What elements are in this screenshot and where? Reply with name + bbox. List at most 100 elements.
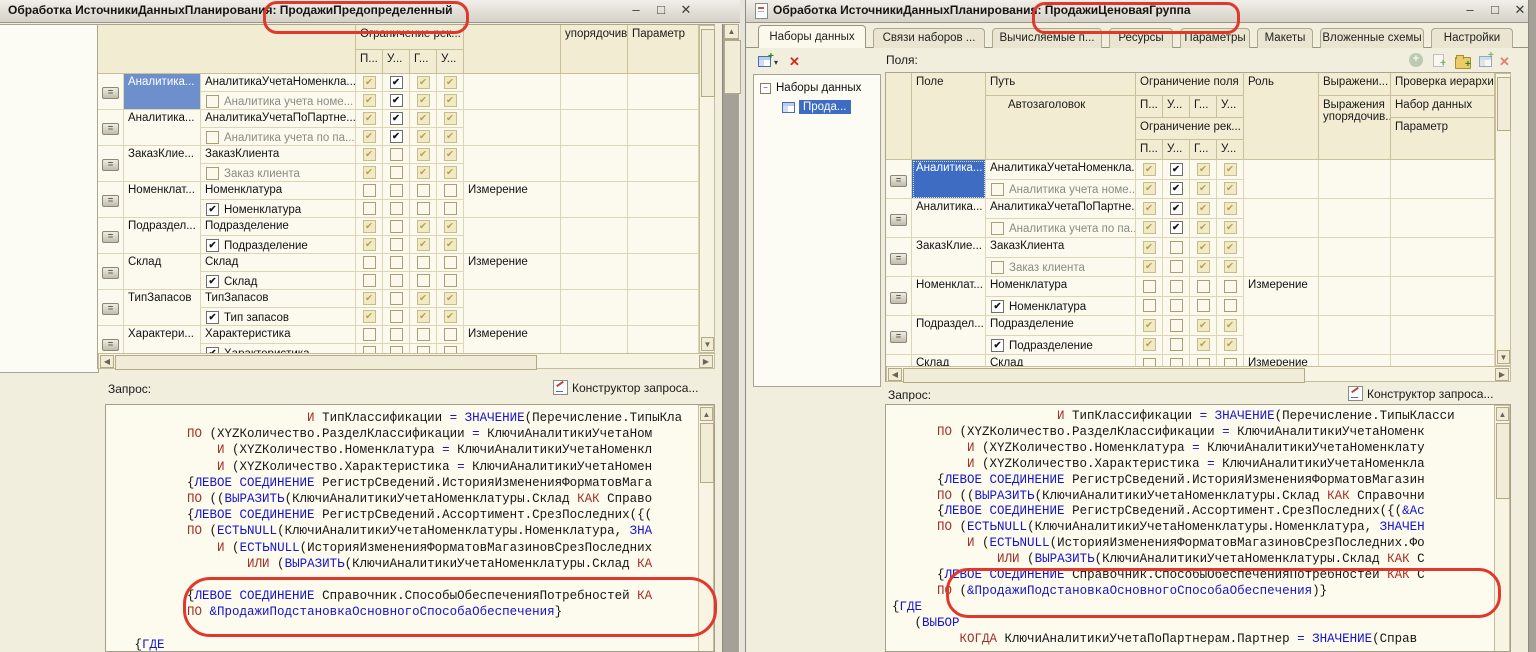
restriction-checkbox[interactable]: ✔ bbox=[410, 92, 437, 110]
field-row[interactable]: =Аналитика...АналитикаУчетаПоПартне...✔✔… bbox=[98, 110, 699, 146]
restriction-checkbox[interactable] bbox=[383, 236, 410, 254]
field-row[interactable]: =Аналитика...АналитикаУчетаНоменкла...✔✔… bbox=[886, 160, 1495, 199]
restriction-checkbox[interactable]: ✔ bbox=[1217, 316, 1244, 336]
field-row[interactable]: =Аналитика...АналитикаУчетаПоПартне...✔✔… bbox=[886, 199, 1495, 238]
role-cell[interactable]: Измерение bbox=[464, 182, 561, 218]
tab-5[interactable]: Параметры bbox=[1180, 28, 1250, 48]
field-row[interactable]: =Подраздел...Подразделение✔✔✔✔Подразделе… bbox=[886, 316, 1495, 355]
extra-cell[interactable] bbox=[1391, 277, 1495, 316]
field-row[interactable]: =ЗаказКлие...ЗаказКлиента✔✔✔Заказ клиент… bbox=[98, 146, 699, 182]
role-cell[interactable] bbox=[1244, 238, 1319, 277]
restriction-checkbox[interactable]: ✔ bbox=[1163, 219, 1190, 239]
auto-title-cell[interactable]: ✔Номенклатура bbox=[986, 297, 1136, 317]
restriction-checkbox[interactable]: ✔ bbox=[356, 290, 383, 308]
auto-title-checkbox[interactable]: ✔ bbox=[206, 239, 219, 252]
restriction-checkbox[interactable] bbox=[437, 326, 464, 344]
field-path-cell[interactable]: АналитикаУчетаПоПартне... bbox=[986, 199, 1136, 219]
right-query-text[interactable]: И ТипКлассификации = ЗНАЧЕНИЕ(Перечислен… bbox=[892, 409, 1455, 648]
restriction-checkbox[interactable] bbox=[437, 200, 464, 218]
extra-cell[interactable] bbox=[1391, 355, 1495, 366]
left-query-vscrollbar[interactable]: ▲ bbox=[698, 405, 714, 652]
field-path-cell[interactable]: АналитикаУчетаНоменкла... bbox=[986, 160, 1136, 180]
restriction-checkbox[interactable] bbox=[1163, 297, 1190, 317]
field-path-cell[interactable]: Номенклатура bbox=[201, 182, 356, 200]
restriction-checkbox[interactable]: ✔ bbox=[1136, 219, 1163, 239]
restriction-checkbox[interactable] bbox=[1163, 238, 1190, 258]
restriction-checkbox[interactable]: ✔ bbox=[356, 146, 383, 164]
restriction-checkbox[interactable]: ✔ bbox=[410, 74, 437, 92]
field-name-cell[interactable]: Аналитика... bbox=[124, 74, 201, 110]
restriction-checkbox[interactable]: ✔ bbox=[383, 74, 410, 92]
row-handle[interactable]: = bbox=[886, 277, 912, 316]
restriction-checkbox[interactable] bbox=[1217, 277, 1244, 297]
restriction-checkbox[interactable] bbox=[383, 290, 410, 308]
role-cell[interactable] bbox=[464, 290, 561, 326]
restriction-checkbox[interactable]: ✔ bbox=[1136, 258, 1163, 278]
restriction-checkbox[interactable]: ✔ bbox=[437, 236, 464, 254]
scroll-right-icon[interactable]: ▶ bbox=[1495, 368, 1509, 381]
restriction-checkbox[interactable]: ✔ bbox=[1217, 180, 1244, 200]
extra-cell[interactable] bbox=[1319, 355, 1391, 366]
extra-cell[interactable] bbox=[561, 254, 628, 290]
auto-title-cell[interactable]: Заказ клиента bbox=[986, 258, 1136, 278]
restriction-checkbox[interactable]: ✔ bbox=[1136, 160, 1163, 180]
row-handle[interactable]: = bbox=[886, 355, 912, 366]
auto-title-checkbox[interactable]: ✔ bbox=[206, 203, 219, 216]
auto-title-checkbox[interactable]: ✔ bbox=[991, 339, 1004, 352]
role-cell[interactable] bbox=[464, 146, 561, 182]
field-path-cell[interactable]: ЗаказКлиента bbox=[986, 238, 1136, 258]
row-handle[interactable]: = bbox=[98, 218, 124, 254]
left-window-vscrollbar[interactable]: ▲ bbox=[722, 24, 739, 652]
auto-title-checkbox[interactable] bbox=[206, 167, 219, 180]
auto-title-cell[interactable]: ✔Подразделение bbox=[201, 236, 356, 254]
restriction-checkbox[interactable]: ✔ bbox=[1136, 336, 1163, 356]
field-name-cell[interactable]: Аналитика... bbox=[124, 110, 201, 146]
field-name-cell[interactable]: Склад bbox=[124, 254, 201, 290]
restriction-checkbox[interactable]: ✔ bbox=[410, 290, 437, 308]
restriction-checkbox[interactable] bbox=[1163, 258, 1190, 278]
extra-cell[interactable] bbox=[628, 74, 699, 110]
restriction-checkbox[interactable]: ✔ bbox=[356, 164, 383, 182]
auto-title-checkbox[interactable] bbox=[206, 95, 219, 108]
restriction-checkbox[interactable] bbox=[437, 272, 464, 290]
restriction-checkbox[interactable] bbox=[437, 254, 464, 272]
restriction-checkbox[interactable]: ✔ bbox=[383, 128, 410, 146]
extra-cell[interactable] bbox=[1319, 277, 1391, 316]
role-cell[interactable] bbox=[1244, 316, 1319, 355]
field-name-cell[interactable]: Характери... bbox=[124, 326, 201, 353]
field-path-cell[interactable]: Подразделение bbox=[201, 218, 356, 236]
restriction-checkbox[interactable] bbox=[383, 146, 410, 164]
scroll-up-icon[interactable]: ▲ bbox=[724, 24, 739, 39]
field-name-cell[interactable]: ЗаказКлие... bbox=[912, 238, 986, 277]
tab-1[interactable]: Наборы данных bbox=[758, 25, 866, 48]
restriction-checkbox[interactable] bbox=[1163, 316, 1190, 336]
tree-root-datasets[interactable]: Наборы данных bbox=[776, 82, 861, 94]
restriction-checkbox[interactable] bbox=[410, 182, 437, 200]
right-grid-vscrollbar[interactable]: ▼ bbox=[1495, 73, 1511, 366]
field-row[interactable]: =ЗаказКлие...ЗаказКлиента✔✔✔Заказ клиент… bbox=[886, 238, 1495, 277]
auto-title-cell[interactable]: ✔Характеристика bbox=[201, 344, 356, 353]
restriction-checkbox[interactable]: ✔ bbox=[437, 92, 464, 110]
restriction-checkbox[interactable]: ✔ bbox=[437, 146, 464, 164]
auto-title-checkbox[interactable] bbox=[991, 183, 1004, 196]
auto-title-cell[interactable]: ✔Тип запасов bbox=[201, 308, 356, 326]
extra-cell[interactable] bbox=[628, 326, 699, 353]
restriction-checkbox[interactable] bbox=[410, 326, 437, 344]
restriction-checkbox[interactable]: ✔ bbox=[437, 110, 464, 128]
restriction-checkbox[interactable] bbox=[437, 182, 464, 200]
extra-cell[interactable] bbox=[561, 218, 628, 254]
restriction-checkbox[interactable]: ✔ bbox=[356, 110, 383, 128]
restriction-checkbox[interactable]: ✔ bbox=[1217, 219, 1244, 239]
restriction-checkbox[interactable]: ✔ bbox=[410, 236, 437, 254]
field-path-cell[interactable]: ТипЗапасов bbox=[201, 290, 356, 308]
restriction-checkbox[interactable] bbox=[410, 200, 437, 218]
right-window-edge-scrollbar[interactable] bbox=[1528, 0, 1536, 652]
restriction-checkbox[interactable]: ✔ bbox=[1190, 316, 1217, 336]
restriction-checkbox[interactable]: ✔ bbox=[1136, 199, 1163, 219]
auto-title-checkbox[interactable]: ✔ bbox=[991, 300, 1004, 313]
restriction-checkbox[interactable] bbox=[383, 218, 410, 236]
restriction-checkbox[interactable] bbox=[356, 254, 383, 272]
restriction-checkbox[interactable] bbox=[1190, 297, 1217, 317]
restriction-checkbox[interactable] bbox=[1190, 355, 1217, 366]
row-handle[interactable]: = bbox=[886, 316, 912, 355]
